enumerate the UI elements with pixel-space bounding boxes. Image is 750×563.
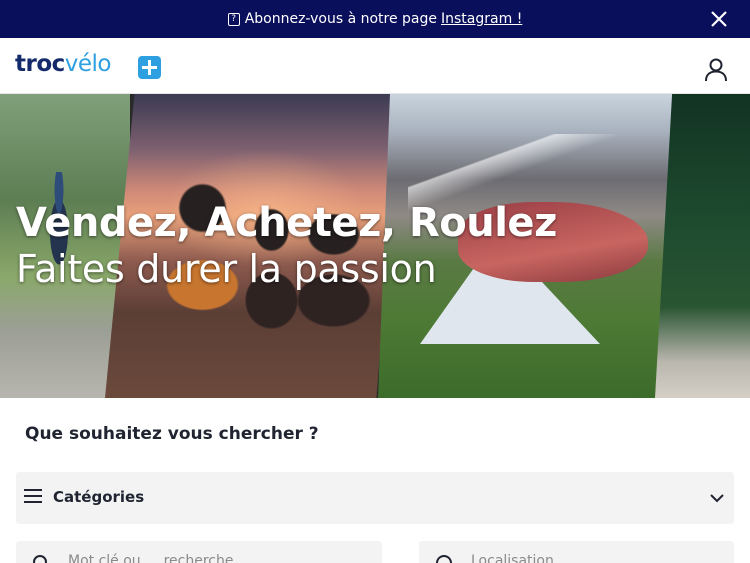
location-icon [436, 555, 452, 563]
chevron-down-icon [710, 494, 724, 503]
location-input[interactable]: Localisation [419, 541, 734, 563]
plus-icon[interactable] [138, 56, 161, 79]
close-icon[interactable] [710, 10, 728, 28]
hero-banner: Vendez, Achetez, Roulez Faites durer la … [0, 94, 750, 398]
keyword-search-input[interactable]: Mot clé ou … recherche [16, 541, 382, 563]
location-placeholder: Localisation [471, 553, 554, 563]
logo-velo: vélo [64, 51, 112, 77]
categories-dropdown[interactable]: Catégories [16, 472, 734, 524]
hero-subtitle: Faites durer la passion [16, 247, 437, 291]
logo-troc: troc [15, 51, 65, 77]
announcement-text: Abonnez-vous à notre page [244, 11, 438, 27]
search-icon [33, 555, 47, 563]
user-icon[interactable] [702, 56, 730, 84]
keyword-placeholder: Mot clé ou … recherche [68, 553, 234, 563]
search-heading: Que souhaitez vous chercher ? [25, 424, 319, 444]
hero-title: Vendez, Achetez, Roulez [16, 200, 557, 246]
trocvelo-logo[interactable]: trocvélo [15, 51, 112, 77]
question-box-icon: ? [227, 12, 240, 26]
menu-icon [24, 489, 42, 503]
hero-text: Vendez, Achetez, Roulez Faites durer la … [16, 199, 557, 291]
categories-label: Catégories [53, 488, 145, 506]
instagram-link[interactable]: Instagram ! [441, 11, 522, 27]
announcement-bar: ? Abonnez-vous à notre page Instagram ! [0, 0, 750, 38]
site-header: trocvélo [0, 38, 750, 94]
